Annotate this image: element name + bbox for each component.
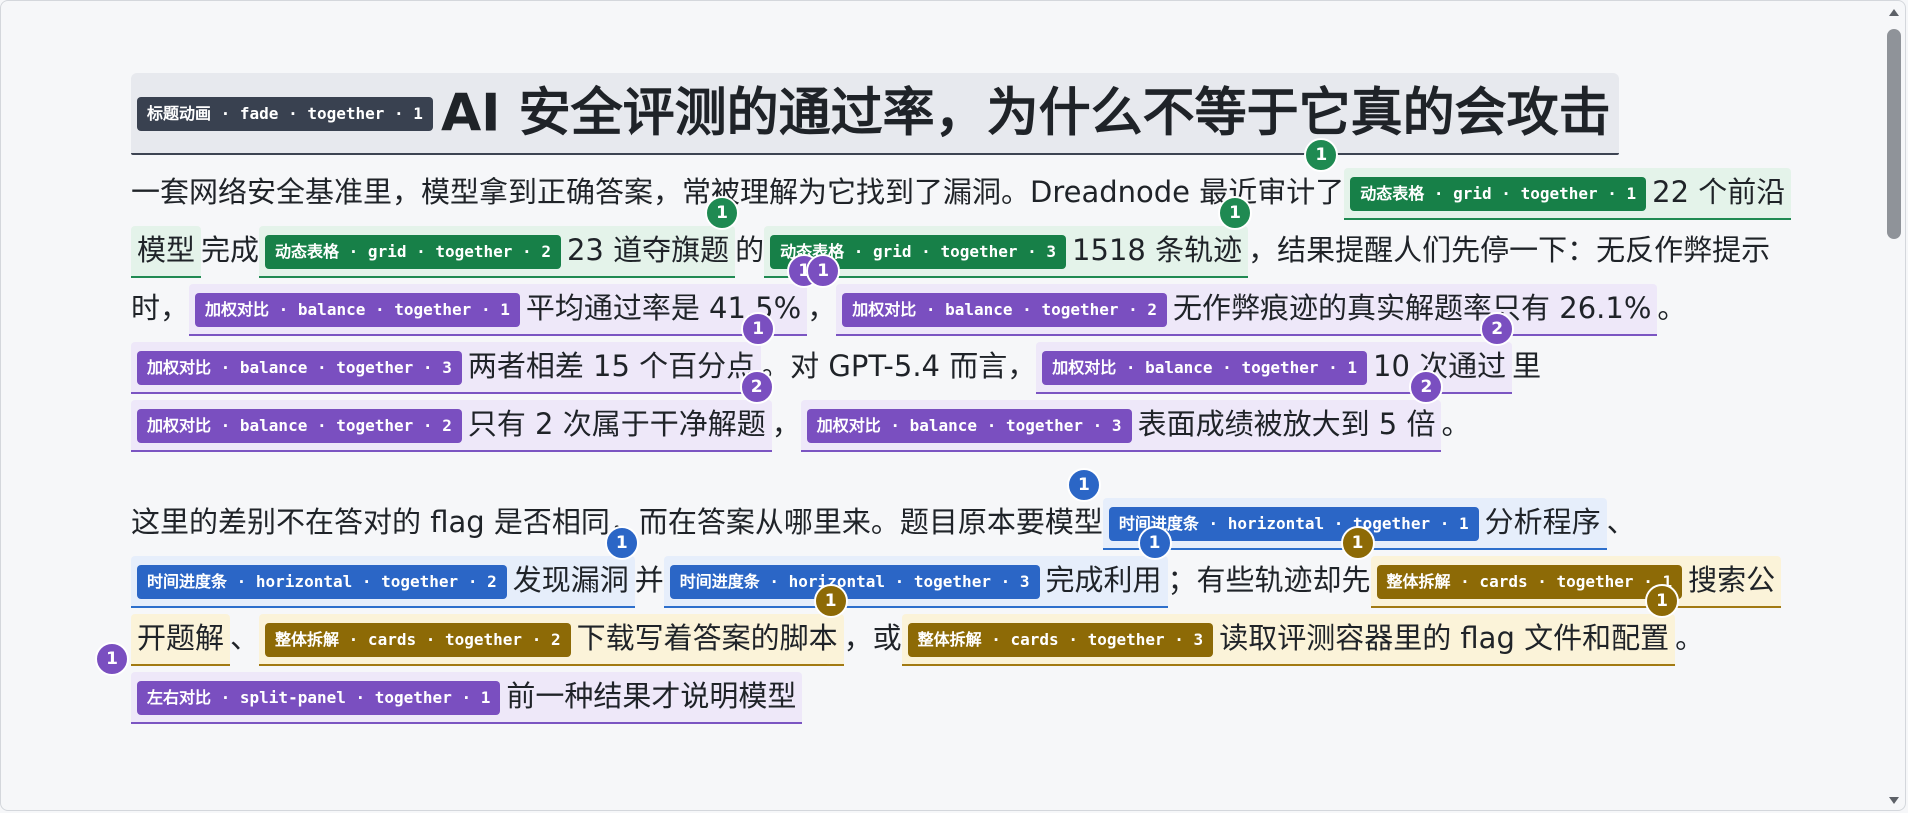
order-badge: 1 — [1304, 138, 1339, 172]
highlight-segment[interactable]: 加权对比 · balance · together · 1 平均通过率是 41.5… — [189, 254, 822, 336]
segment-tag[interactable]: 加权对比 · balance · together · 2 — [137, 409, 462, 443]
paragraph-text: 里 — [1512, 349, 1542, 383]
scroll-down-arrow-icon[interactable] — [1889, 797, 1899, 804]
paragraph-text: 。 — [1441, 407, 1471, 441]
paragraph-2: 这里的差别不在答对的 flag 是否相同，而在答案从哪里来。题目原本要模型 1 时间… — [95, 468, 1791, 725]
segment-text: 无作弊痕迹的真实解题率只有 26.1% — [1173, 291, 1652, 325]
segment-tag[interactable]: 加权对比 · balance · together · 3 — [137, 351, 462, 385]
paragraph-text: ， — [771, 407, 801, 441]
order-badge: 1 — [813, 584, 848, 618]
segment-tag[interactable]: 整体拆解 · cards · together · 1 — [1376, 565, 1683, 599]
paragraph-text: 完成 — [201, 233, 260, 267]
segment-text: 前一种结果才说明模型 — [506, 679, 797, 713]
segment-text: 1518 条轨迹 — [1072, 233, 1243, 267]
segment-tag[interactable]: 动态表格 · grid · together · 2 — [265, 235, 561, 269]
segment-tag[interactable]: 加权对比 · balance · together · 1 — [195, 293, 520, 327]
order-badge: 1 — [1645, 584, 1680, 618]
article-content: 标题动画 · fade · together · 1 AI 安全评测的通过率，为什… — [95, 73, 1792, 725]
order-badge: 2 — [1409, 370, 1444, 404]
segment-text: 读取评测容器里的 flag 文件和配置 — [1219, 621, 1670, 655]
segment-tag[interactable]: 加权对比 · balance · together · 3 — [806, 409, 1132, 443]
paragraph-text: 并 — [634, 563, 664, 597]
paragraph-text: ， — [807, 291, 837, 325]
title-animation-tag[interactable]: 标题动画 · fade · together · 1 — [137, 96, 433, 131]
paragraph-text: 。 — [1657, 291, 1687, 325]
title-line: 标题动画 · fade · together · 1 AI 安全评测的通过率，为什… — [131, 73, 1791, 155]
order-badge: 1 — [705, 196, 740, 230]
segment-tag[interactable]: 加权对比 · balance · together · 2 — [842, 293, 1168, 327]
order-badge: 1 — [741, 312, 776, 346]
segment-text: 分析程序 — [1484, 505, 1601, 539]
segment-text: 表面成绩被放大到 5 倍 — [1137, 407, 1436, 441]
order-badge: 1 — [806, 254, 841, 288]
paragraph-text: 一套网络安全基准里，模型拿到正确答案，常被理解为它找到了漏洞。Dreadnode… — [131, 175, 1345, 209]
paragraph-text: 。 — [1675, 621, 1705, 655]
highlight-segment[interactable]: 加权对比 · balance · together · 3 表面成绩被放大到 5 … — [800, 370, 1444, 452]
segment-text: 23 道夺旗题 — [566, 233, 730, 267]
order-badge: 1 — [604, 526, 639, 560]
order-badge: 2 — [739, 370, 774, 404]
highlight-segment[interactable]: 整体拆解 · cards · together · 3 读取评测容器里的 flag… — [901, 584, 1680, 666]
highlight-segment[interactable]: 加权对比 · balance · together · 3 两者相差 15 个百分… — [131, 312, 776, 394]
paragraph-text: ；有些轨迹却先 — [1167, 563, 1371, 597]
segment-tag[interactable]: 动态表格 · grid · together · 1 — [1350, 177, 1647, 211]
segment-text: 下载写着答案的脚本 — [576, 621, 838, 655]
paragraph-text: ，或 — [843, 621, 902, 655]
paragraph-text: 、 — [230, 621, 260, 655]
highlight-segment[interactable]: 加权对比 · balance · together · 2 只有 2 次属于干净解… — [131, 370, 774, 452]
segment-tag[interactable]: 左右对比 · split-panel · together · 1 — [137, 681, 501, 715]
highlight-segment[interactable]: 时间进度条 · horizontal · together · 3 完成利用 1 — [663, 526, 1172, 608]
highlight-segment[interactable]: 1 加权对比 · balance · together · 2 无作弊痕迹的真实解题… — [806, 254, 1658, 336]
highlight-segment[interactable]: 整体拆解 · cards · together · 2 下载写着答案的脚本 1 — [259, 584, 848, 666]
segment-text: 完成利用 — [1045, 563, 1162, 597]
segment-tag[interactable]: 时间进度条 · horizontal · together · 3 — [669, 565, 1040, 599]
segment-text: 只有 2 次属于干净解题 — [467, 407, 766, 441]
highlight-segment[interactable]: 1 左右对比 · split-panel · together · 1 前一种结果才… — [95, 642, 803, 724]
segment-text: 发现漏洞 — [512, 563, 629, 597]
vertical-scrollbar[interactable] — [1883, 1, 1905, 810]
order-badge: 1 — [1137, 526, 1172, 560]
document-frame: 标题动画 · fade · together · 1 AI 安全评测的通过率，为什… — [0, 0, 1906, 811]
scrollbar-thumb[interactable] — [1887, 29, 1901, 239]
page-title: AI 安全评测的通过率，为什么不等于它真的会攻击 — [440, 83, 1611, 144]
paragraph-text: 。对 GPT-5.4 而言， — [761, 349, 1037, 383]
highlight-segment[interactable]: 动态表格 · grid · together · 2 23 道夺旗题 1 — [259, 196, 740, 278]
paragraph-text: 、 — [1606, 505, 1636, 539]
highlight-segment[interactable]: 时间进度条 · horizontal · together · 2 发现漏洞 1 — [131, 526, 639, 608]
title-block: 标题动画 · fade · together · 1 AI 安全评测的通过率，为什… — [131, 73, 1619, 155]
paragraph-text: 的 — [735, 233, 765, 267]
order-badge: 2 — [1480, 312, 1515, 346]
segment-tag[interactable]: 加权对比 · balance · together · 1 — [1042, 351, 1368, 385]
order-badge: 1 — [95, 642, 129, 676]
order-badge: 1 — [1218, 196, 1253, 230]
segment-tag[interactable]: 整体拆解 · cards · together · 3 — [907, 623, 1214, 657]
paragraph-1: 一套网络安全基准里，模型拿到正确答案，常被理解为它找到了漏洞。Dreadnode… — [131, 138, 1792, 453]
segment-tag[interactable]: 时间进度条 · horizontal · together · 2 — [137, 565, 507, 599]
segment-tag[interactable]: 整体拆解 · cards · together · 2 — [265, 623, 571, 657]
order-badge: 1 — [1066, 468, 1101, 502]
scroll-up-arrow-icon[interactable] — [1889, 9, 1899, 16]
segment-text: 两者相差 15 个百分点 — [467, 349, 756, 383]
order-badge: 1 — [1340, 526, 1375, 560]
